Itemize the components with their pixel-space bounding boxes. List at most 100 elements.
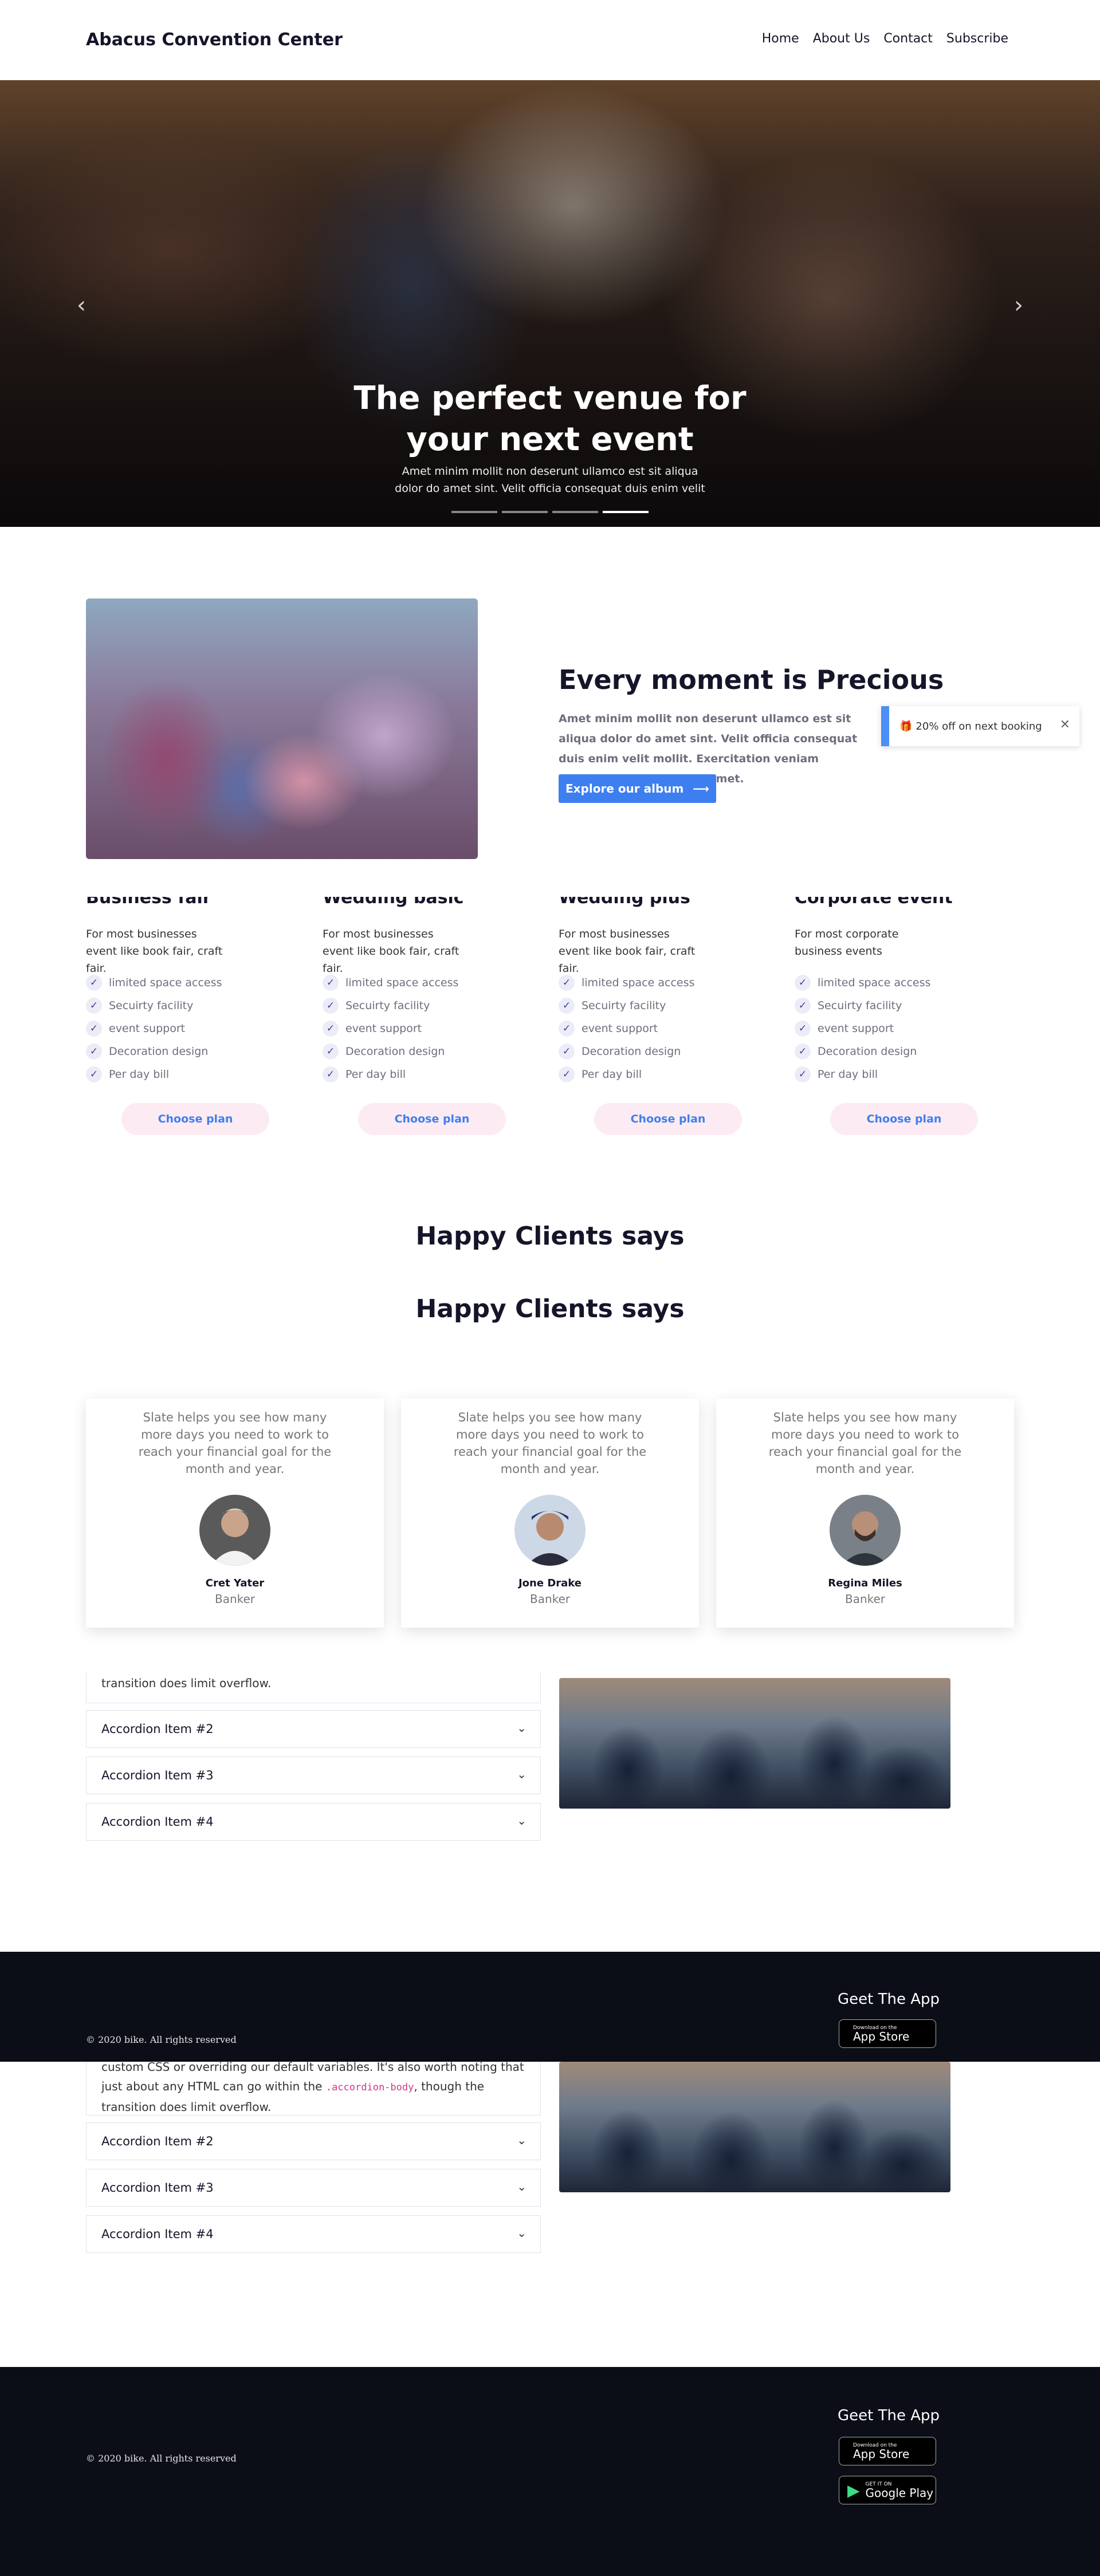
testimonial-quote: Slate helps you see how many more days y… (138, 1411, 332, 1476)
check-icon: ✓ (86, 1066, 102, 1082)
testimonial-quote: Slate helps you see how many more days y… (453, 1411, 647, 1476)
accordion-item-label: Accordion Item #3 (101, 2181, 214, 2195)
feature-item: ✓ Secuirty facility (86, 994, 222, 1017)
feature-item: ✓ event support (559, 1017, 694, 1040)
app-store-button[interactable]: Download on the App Store (839, 2437, 936, 2465)
feature-item: ✓ event support (86, 1017, 222, 1040)
app-store-label: App Store (853, 2029, 910, 2043)
wedding-photo (86, 598, 478, 859)
feature-item: ✓ Decoration design (795, 1040, 930, 1063)
testimonial-card: Slate helps you see how many more days y… (86, 1399, 384, 1628)
accordion-item-2[interactable]: Accordion Item #2 ⌄ (86, 2122, 541, 2160)
avatar (514, 1495, 586, 1566)
feature-item: ✓ Secuirty facility (795, 994, 930, 1017)
feature-item: ✓ Per day bill (323, 1063, 458, 1086)
carousel-indicator-4[interactable] (603, 511, 649, 513)
plan-features: ✓ limited space access ✓ Secuirty facility… (795, 971, 930, 1086)
chevron-down-icon: ⌄ (517, 1721, 527, 1735)
check-icon: ✓ (795, 1043, 811, 1059)
feature-item: ✓ limited space access (795, 971, 930, 994)
nav-link-home[interactable]: Home (762, 31, 799, 46)
testimonial-card: Slate helps you see how many more days y… (401, 1399, 699, 1628)
accordion-item-label: Accordion Item #3 (101, 1768, 214, 1782)
google-play-label: Google Play (865, 2486, 934, 2500)
check-icon: ✓ (559, 1066, 575, 1082)
check-icon: ✓ (559, 998, 575, 1014)
explore-album-button[interactable]: Explore our album ⟶ (559, 774, 716, 803)
check-icon: ✓ (323, 998, 339, 1014)
gift-icon: 🎁 (899, 720, 913, 732)
testimonial-role: Banker (214, 1592, 256, 1606)
nav-link-contact[interactable]: Contact (883, 31, 933, 46)
carousel-indicator-1[interactable] (451, 511, 497, 513)
feature-item: ✓ event support (323, 1017, 458, 1040)
accordion-body-text: transition does limit overflow. (101, 1676, 272, 1690)
accordion-body: transition does limit overflow. (86, 1672, 541, 1703)
copyright: © 2020 bike. All rights reserved (86, 2453, 237, 2464)
carousel-indicator-3[interactable] (552, 511, 598, 513)
accordion-item-label: Accordion Item #2 (101, 2134, 214, 2148)
google-play-icon: ▶ (847, 2480, 860, 2500)
brand-logo[interactable]: Abacus Convention Center (86, 30, 343, 50)
google-play-button[interactable]: ▶ GET IT ON Google Play (839, 2476, 936, 2504)
plan-description: For most businesses event like book fair… (559, 928, 696, 975)
accordion-item-4[interactable]: Accordion Item #4 ⌄ (86, 2215, 541, 2253)
app-store-button[interactable]: Download on the App Store (839, 2019, 936, 2048)
choose-plan-button[interactable]: Choose plan (358, 1103, 506, 1135)
choose-plan-button[interactable]: Choose plan (594, 1103, 742, 1135)
accordion-body: custom CSS or overriding our default var… (86, 2060, 541, 2116)
feature-item: ✓ Per day bill (86, 1063, 222, 1086)
footer: © 2020 bike. All rights reserved Geet Th… (0, 1952, 1100, 2062)
testimonial-role: Banker (844, 1592, 886, 1606)
testimonial-name: Cret Yater (205, 1577, 265, 1589)
check-icon: ✓ (86, 975, 102, 991)
plan-description: For most corporate business events (795, 928, 899, 958)
testimonial-name: Regina Miles (828, 1577, 902, 1589)
feature-item: ✓ Secuirty facility (323, 994, 458, 1017)
plan-description: For most businesses event like book fair… (86, 928, 223, 975)
testimonial-quote: Slate helps you see how many more days y… (768, 1411, 962, 1476)
accordion-body-code: .accordion-body (325, 2082, 414, 2093)
feature-item: ✓ Decoration design (323, 1040, 458, 1063)
hero-title: The perfect venue for your next event (353, 380, 747, 458)
check-icon: ✓ (86, 1043, 102, 1059)
nav-link-subscribe[interactable]: Subscribe (946, 31, 1008, 46)
nav-link-about[interactable]: About Us (813, 31, 870, 46)
testimonial-role: Banker (529, 1592, 571, 1606)
check-icon: ✓ (795, 1021, 811, 1037)
plan-name: Business fair (86, 897, 211, 908)
promo-toast: 🎁 20% off on next booking ✕ (881, 706, 1079, 746)
check-icon: ✓ (559, 975, 575, 991)
accordion-item-label: Accordion Item #2 (101, 1722, 214, 1736)
check-icon: ✓ (323, 1066, 339, 1082)
chevron-right-icon[interactable]: › (1014, 292, 1023, 318)
check-icon: ✓ (559, 1021, 575, 1037)
feature-item: ✓ limited space access (323, 971, 458, 994)
plan-name: Wedding basic (323, 897, 464, 908)
close-icon[interactable]: ✕ (1060, 718, 1070, 732)
check-icon: ✓ (323, 1021, 339, 1037)
carousel-indicator-2[interactable] (502, 511, 548, 513)
feature-item: ✓ Decoration design (559, 1040, 694, 1063)
accordion-item-3[interactable]: Accordion Item #3 ⌄ (86, 2169, 541, 2207)
hero-subtitle: Amet minim mollit non deserunt ullamco e… (395, 465, 705, 495)
accordion-item-2[interactable]: Accordion Item #2 ⌄ (86, 1710, 541, 1748)
plan-features: ✓ limited space access ✓ Secuirty facility… (559, 971, 694, 1086)
check-icon: ✓ (795, 975, 811, 991)
concert-crowd-photo (559, 1678, 950, 1809)
about-title: Every moment is Precious (559, 664, 944, 695)
footer: © 2020 bike. All rights reserved Geet Th… (0, 2367, 1100, 2576)
check-icon: ✓ (86, 1021, 102, 1037)
accordion-item-4[interactable]: Accordion Item #4 ⌄ (86, 1803, 541, 1841)
chevron-left-icon[interactable]: ‹ (77, 292, 86, 318)
feature-item: ✓ Per day bill (795, 1063, 930, 1086)
feature-item: ✓ limited space access (86, 971, 222, 994)
feature-item: ✓ event support (795, 1017, 930, 1040)
accordion-item-3[interactable]: Accordion Item #3 ⌄ (86, 1756, 541, 1794)
chevron-down-icon: ⌄ (517, 2226, 527, 2240)
choose-plan-button[interactable]: Choose plan (830, 1103, 978, 1135)
testimonial-name: Jone Drake (518, 1577, 582, 1589)
choose-plan-button[interactable]: Choose plan (121, 1103, 269, 1135)
feature-item: ✓ Decoration design (86, 1040, 222, 1063)
plan-card-business-fair: Business fair For most businesses event … (86, 897, 281, 1149)
